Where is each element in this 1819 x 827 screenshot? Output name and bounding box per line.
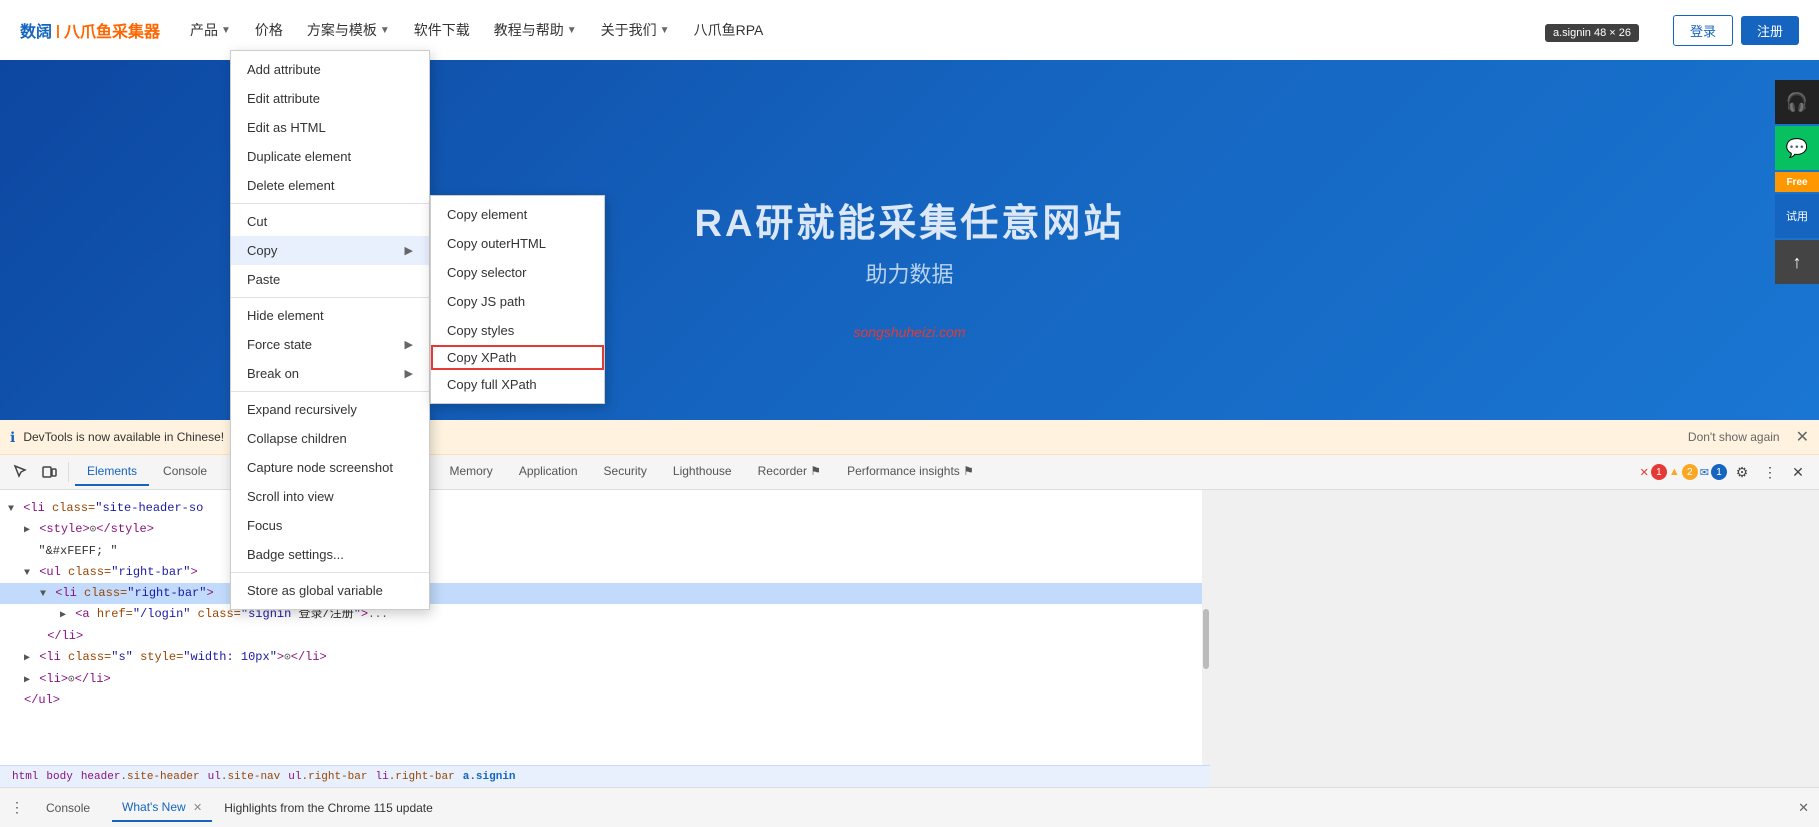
whats-new-close-icon[interactable]: ✕ — [193, 802, 202, 814]
breadcrumb-html[interactable]: html — [8, 771, 42, 783]
info-badge: 1 — [1711, 464, 1727, 480]
menu-hide-element[interactable]: Hide element — [231, 301, 429, 330]
menu-divider-2 — [231, 297, 429, 298]
copy-arrow-icon: ▶ — [405, 244, 413, 257]
tab-memory[interactable]: Memory — [437, 458, 504, 486]
devtools-main-panel: ▼ <li class="site-header-so ▶ <style>⊙</… — [0, 490, 1210, 787]
inspect-icon[interactable] — [8, 459, 34, 485]
menu-badge-settings[interactable]: Badge settings... — [231, 540, 429, 569]
notification-text: DevTools is now available in Chinese! — [23, 430, 224, 444]
scrollbar-thumb[interactable] — [1203, 609, 1209, 669]
console-close-icon[interactable]: ✕ — [1798, 800, 1809, 816]
tab-console[interactable]: Console — [151, 458, 219, 486]
more-options-icon[interactable]: ⋮ — [1757, 459, 1783, 485]
breadcrumb-a-signin[interactable]: a.signin — [459, 771, 520, 783]
breadcrumb-ul-sitenav[interactable]: ul.site-nav — [204, 771, 285, 783]
breadcrumb-li-rightbar[interactable]: li.right-bar — [371, 771, 458, 783]
console-tab[interactable]: Console — [36, 795, 100, 821]
menu-break-on[interactable]: Break on ▶ — [231, 359, 429, 388]
dom-line-9[interactable]: ▶ <li>⊙</li> — [0, 669, 1202, 691]
menu-copy-element[interactable]: Copy element — [431, 200, 604, 229]
dom-line-3[interactable]: "&#xFEFF; " — [0, 541, 1202, 562]
dom-line-6[interactable]: ▶ <a href="/login" class="signin 登录/注册">… — [0, 604, 1202, 626]
toolbar-sep-1 — [68, 462, 69, 482]
dom-line-8[interactable]: ▶ <li class="s" style="width: 10px">⊙</l… — [0, 647, 1202, 669]
menu-copy-xpath[interactable]: Copy XPath — [431, 345, 604, 370]
menu-add-attribute[interactable]: Add attribute — [231, 55, 429, 84]
menu-copy[interactable]: Copy ▶ — [231, 236, 429, 265]
menu-copy-outerhtml[interactable]: Copy outerHTML — [431, 229, 604, 258]
menu-divider-4 — [231, 572, 429, 573]
dom-scrollbar[interactable] — [1202, 490, 1210, 787]
dom-breadcrumb: html body header.site-header ul.site-nav… — [0, 765, 1210, 787]
menu-edit-html[interactable]: Edit as HTML — [231, 113, 429, 142]
menu-focus[interactable]: Focus — [231, 511, 429, 540]
console-bar: ⋮ Console What's New ✕ Highlights from t… — [0, 787, 1819, 827]
breadcrumb-body[interactable]: body — [42, 771, 76, 783]
console-message: Highlights from the Chrome 115 update — [224, 801, 1786, 815]
menu-duplicate-element[interactable]: Duplicate element — [231, 142, 429, 171]
menu-edit-attribute[interactable]: Edit attribute — [231, 84, 429, 113]
menu-force-state[interactable]: Force state ▶ — [231, 330, 429, 359]
dont-show-link[interactable]: Don't show again — [1688, 430, 1780, 444]
menu-copy-styles[interactable]: Copy styles — [431, 316, 604, 345]
menu-copy-selector[interactable]: Copy selector — [431, 258, 604, 287]
menu-capture-screenshot[interactable]: Capture node screenshot — [231, 453, 429, 482]
notification-close-icon[interactable]: ✕ — [1796, 427, 1809, 447]
error-badge: 1 — [1651, 464, 1667, 480]
dom-line-2[interactable]: ▶ <style>⊙</style> — [0, 519, 1202, 541]
menu-copy-full-xpath[interactable]: Copy full XPath — [431, 370, 604, 399]
menu-delete-element[interactable]: Delete element — [231, 171, 429, 200]
console-menu-icon[interactable]: ⋮ — [10, 799, 24, 816]
tab-security[interactable]: Security — [592, 458, 659, 486]
settings-icon[interactable]: ⚙ — [1729, 459, 1755, 485]
tab-recorder[interactable]: Recorder ⚑ — [746, 458, 833, 486]
whats-new-tab[interactable]: What's New ✕ — [112, 794, 212, 822]
menu-scroll-into-view[interactable]: Scroll into view — [231, 482, 429, 511]
breadcrumb-ul-rightbar[interactable]: ul.right-bar — [284, 771, 371, 783]
menu-store-global[interactable]: Store as global variable — [231, 576, 429, 605]
dom-line-5[interactable]: ▼ <li class="right-bar"> — [0, 583, 1202, 604]
device-icon[interactable] — [36, 459, 62, 485]
context-menu-primary: Add attribute Edit attribute Edit as HTM… — [230, 50, 430, 610]
menu-paste[interactable]: Paste — [231, 265, 429, 294]
break-on-arrow-icon: ▶ — [405, 367, 413, 380]
toolbar-right: ✕ 1 ▲ 2 ✉ 1 ⚙ ⋮ ✕ — [1640, 459, 1811, 485]
dom-line-1[interactable]: ▼ <li class="site-header-so — [0, 498, 1202, 519]
context-menu-overlay: Add attribute Edit attribute Edit as HTM… — [0, 0, 1819, 420]
menu-copy-js-path[interactable]: Copy JS path — [431, 287, 604, 316]
warning-badge: 2 — [1682, 464, 1698, 480]
menu-expand-recursively[interactable]: Expand recursively — [231, 395, 429, 424]
force-state-arrow-icon: ▶ — [405, 338, 413, 351]
context-menu-copy: Copy element Copy outerHTML Copy selecto… — [430, 195, 605, 404]
dom-line-7[interactable]: </li> — [0, 626, 1202, 647]
dom-line-10[interactable]: </ul> — [0, 690, 1202, 711]
dom-line-4[interactable]: ▼ <ul class="right-bar"> — [0, 562, 1202, 583]
tab-application[interactable]: Application — [507, 458, 590, 486]
breadcrumb-header[interactable]: header.site-header — [77, 771, 204, 783]
menu-cut[interactable]: Cut — [231, 207, 429, 236]
tab-perf-insights[interactable]: Performance insights ⚑ — [835, 458, 986, 486]
menu-collapse-children[interactable]: Collapse children — [231, 424, 429, 453]
menu-divider-3 — [231, 391, 429, 392]
tab-elements[interactable]: Elements — [75, 458, 149, 486]
menu-divider-1 — [231, 203, 429, 204]
info-icon: ℹ — [10, 429, 15, 446]
close-devtools-icon[interactable]: ✕ — [1785, 459, 1811, 485]
dom-tree[interactable]: ▼ <li class="site-header-so ▶ <style>⊙</… — [0, 490, 1202, 787]
tab-lighthouse[interactable]: Lighthouse — [661, 458, 744, 486]
